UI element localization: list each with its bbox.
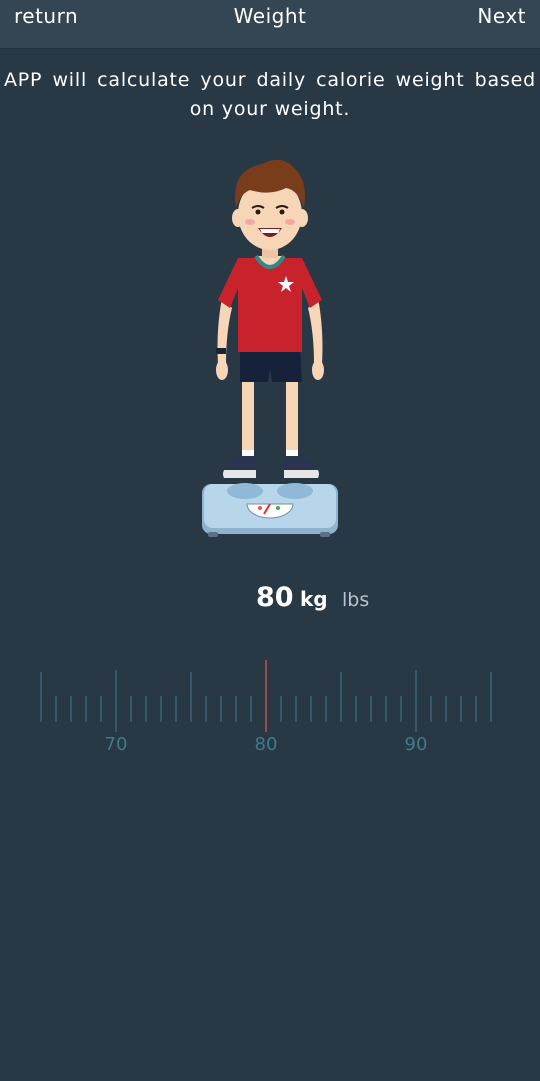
- weight-value: 80: [256, 582, 294, 613]
- next-button[interactable]: Next: [477, 2, 526, 30]
- boy-on-scale-illustration: [190, 150, 350, 545]
- page-title: Weight: [233, 4, 307, 28]
- weight-ruler[interactable]: 70 80 90: [0, 650, 540, 760]
- weight-display: 80 kg lbs: [0, 580, 540, 620]
- description-text: APP will calculate your daily calorie we…: [4, 69, 536, 120]
- ruler-label: 90: [405, 734, 428, 755]
- top-bar: return Weight Next: [0, 0, 540, 49]
- ruler-label: 80: [255, 734, 278, 755]
- unit-kg-toggle[interactable]: kg: [300, 584, 328, 614]
- unit-lbs-toggle[interactable]: lbs: [342, 586, 369, 614]
- ruler-label: 70: [105, 734, 128, 755]
- scale-icon: [202, 483, 338, 537]
